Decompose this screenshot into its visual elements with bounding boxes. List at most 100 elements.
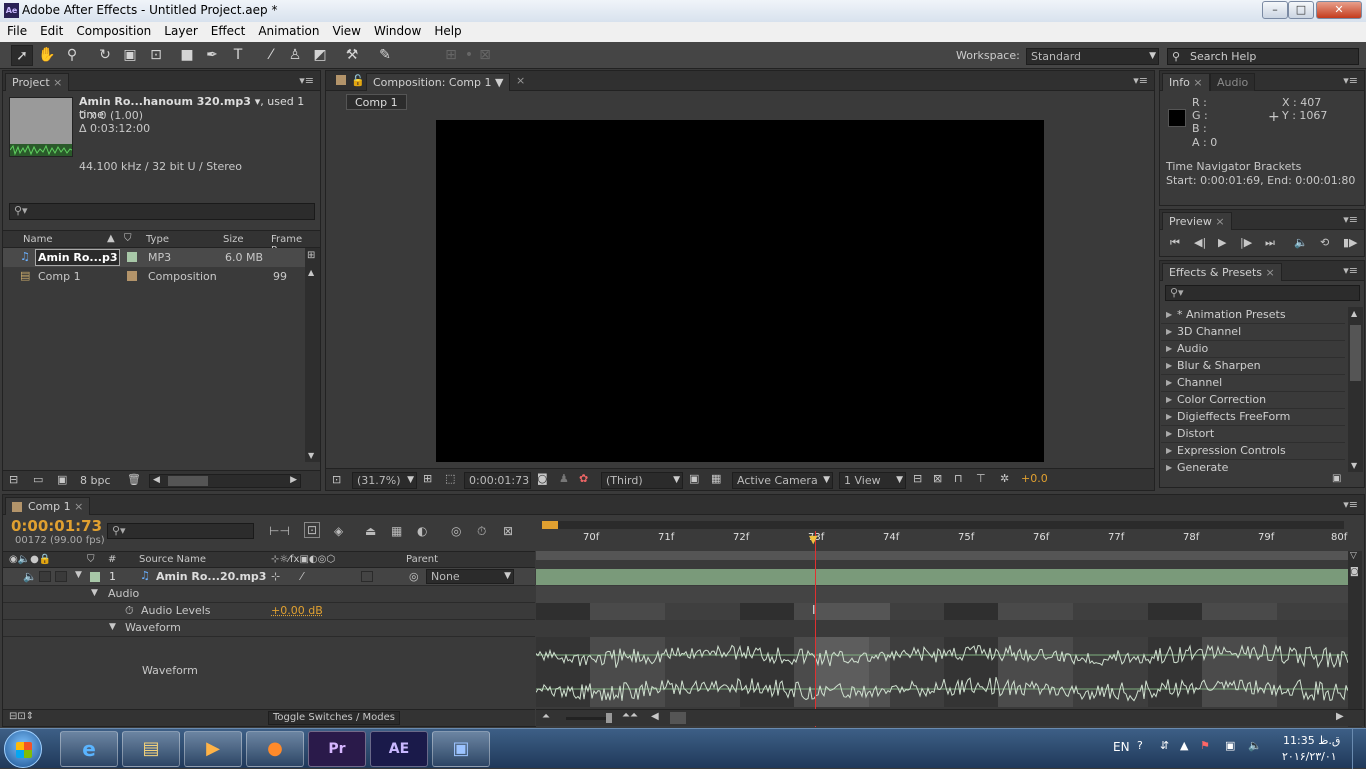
after-effects-button[interactable]: AE bbox=[370, 731, 428, 767]
layer-duration-bar[interactable] bbox=[536, 569, 1348, 585]
motion-blur-icon[interactable]: ◐ bbox=[417, 524, 427, 538]
label-color[interactable] bbox=[127, 271, 137, 281]
playhead-line[interactable] bbox=[815, 531, 816, 727]
brainstorm-icon[interactable]: ◎ bbox=[451, 524, 461, 538]
close-icon[interactable]: × bbox=[1215, 215, 1224, 228]
col-size[interactable]: Size bbox=[223, 234, 244, 245]
show-snapshot-icon[interactable]: ♟ bbox=[559, 472, 569, 485]
scroll-up-icon[interactable]: ▽ bbox=[1350, 551, 1357, 561]
quality-switch-icon[interactable]: ⁄ bbox=[301, 570, 303, 583]
panel-menu-icon[interactable]: ▾≡ bbox=[1133, 74, 1148, 87]
audio-group-row[interactable]: ▼ Audio bbox=[3, 586, 535, 603]
audio-icon[interactable]: 🔈 bbox=[1294, 236, 1308, 249]
workspace-dropdown[interactable]: Standard ▼ bbox=[1026, 48, 1159, 65]
flowchart-icon[interactable]: ⊞ bbox=[307, 250, 315, 261]
exposure-icon[interactable]: ✲ bbox=[1000, 472, 1009, 485]
title-safe-icon[interactable]: ⊞ bbox=[423, 472, 432, 485]
av-features-icon[interactable]: ◉🔈●🔒 bbox=[9, 554, 51, 565]
zoom-tool-icon[interactable]: ⚲ bbox=[61, 45, 83, 66]
keyboard-icon[interactable]: ⇵ bbox=[1160, 739, 1169, 752]
search-help-input[interactable]: ⚲ Search Help bbox=[1167, 48, 1359, 65]
scroll-left-icon[interactable]: ◀ bbox=[153, 475, 160, 485]
puppet-pin-tool-icon[interactable]: ✎ bbox=[374, 45, 396, 66]
scroll-down-icon[interactable]: ▼ bbox=[1351, 461, 1357, 470]
scroll-right-icon[interactable]: ▶ bbox=[290, 475, 297, 485]
draft-3d-icon[interactable]: ◈ bbox=[334, 524, 343, 538]
camera-dropdown[interactable]: Active Camera ▼ bbox=[732, 472, 833, 489]
layer-label-color[interactable] bbox=[90, 572, 100, 582]
resolution-dropdown[interactable]: (Third) ▼ bbox=[601, 472, 683, 489]
list-item[interactable]: ▶ Blur & Sharpen bbox=[1161, 358, 1345, 375]
tab-comp-1[interactable]: Comp 1 × bbox=[5, 497, 91, 515]
trash-icon[interactable]: 🗑 bbox=[127, 473, 141, 486]
mask-visibility-icon[interactable]: ⬚ bbox=[445, 472, 455, 485]
pan-behind-tool-icon[interactable]: ⊡ bbox=[145, 45, 167, 66]
chevron-down-icon[interactable]: ▼ bbox=[495, 76, 503, 89]
clock-date[interactable]: ٢٠١۶/٢٣/٠١ bbox=[1282, 750, 1337, 763]
list-item[interactable]: ▶ 3D Channel bbox=[1161, 324, 1345, 341]
last-frame-icon[interactable]: ⏭ bbox=[1265, 236, 1275, 250]
project-hscrollbar[interactable]: ◀ ▶ bbox=[149, 474, 301, 488]
hide-shy-icon[interactable]: ⏏ bbox=[365, 524, 376, 538]
solo-checkbox[interactable] bbox=[39, 571, 51, 582]
audio-toggle-icon[interactable]: 🔈 bbox=[23, 570, 37, 583]
start-button[interactable] bbox=[4, 730, 42, 768]
panel-menu-icon[interactable]: ▾≡ bbox=[1343, 264, 1358, 277]
col-name[interactable]: Name bbox=[23, 234, 53, 245]
menu-effect[interactable]: Effect bbox=[204, 22, 252, 38]
firefox-icon[interactable]: ● bbox=[246, 731, 304, 767]
list-item[interactable]: ▶ Channel bbox=[1161, 375, 1345, 392]
scroll-thumb[interactable] bbox=[1350, 325, 1361, 381]
toggle-pixel-aspect-icon[interactable]: ⊟ bbox=[913, 472, 922, 485]
expand-icon[interactable]: ▶ bbox=[1166, 307, 1172, 323]
toggle-switches-modes-button[interactable]: Toggle Switches / Modes bbox=[268, 711, 400, 725]
list-item[interactable]: ▶ * Animation Presets bbox=[1161, 307, 1345, 324]
timeline-vscrollbar[interactable]: ▽ ◙ bbox=[1348, 551, 1362, 727]
menu-file[interactable]: File bbox=[0, 22, 33, 38]
rectangle-tool-icon[interactable]: ■ bbox=[176, 45, 198, 66]
table-row[interactable]: ♫ Amin Ro...p3 MP3 6.0 MB bbox=[3, 248, 305, 267]
pen-tool-icon[interactable]: ✒ bbox=[201, 45, 223, 66]
project-search-input[interactable]: ⚲▾ bbox=[9, 203, 315, 220]
timeline-graph[interactable]: 70f 71f 72f 73f 74f 75f 76f 77f 78f 79f … bbox=[536, 517, 1364, 727]
close-icon[interactable]: × bbox=[1193, 76, 1202, 89]
first-frame-icon[interactable]: ⏮ bbox=[1170, 236, 1180, 250]
expand-icon[interactable]: ▶ bbox=[1166, 375, 1172, 391]
zoom-slider-thumb[interactable] bbox=[606, 713, 612, 723]
premiere-button[interactable]: Pr bbox=[308, 731, 366, 767]
scroll-down-icon[interactable]: ▼ bbox=[308, 451, 314, 460]
snapshot-icon[interactable]: ◙ bbox=[537, 472, 548, 485]
camera-tool-icon[interactable]: ▣ bbox=[119, 45, 141, 66]
menu-animation[interactable]: Animation bbox=[251, 22, 325, 38]
show-desktop-button[interactable] bbox=[1352, 729, 1366, 769]
close-button[interactable]: ✕ bbox=[1316, 1, 1362, 19]
col-source-name[interactable]: Source Name bbox=[139, 554, 206, 565]
panel-menu-icon[interactable]: ▾≡ bbox=[1343, 213, 1358, 226]
pick-whip-icon[interactable]: ◎ bbox=[409, 570, 419, 583]
roto-brush-tool-icon[interactable]: ⚒ bbox=[341, 45, 363, 66]
adjustment-checkbox[interactable] bbox=[361, 571, 373, 582]
expand-icon[interactable]: ▶ bbox=[1166, 392, 1172, 408]
region-of-interest-icon[interactable]: ▣ bbox=[689, 472, 699, 485]
language-indicator[interactable]: EN bbox=[1113, 740, 1130, 754]
switches-icon[interactable]: ⊹☼⁄fx▣◐◎⬡ bbox=[271, 554, 335, 565]
label-color[interactable] bbox=[127, 252, 137, 262]
explorer-icon[interactable]: ▤ bbox=[122, 731, 180, 767]
expand-icon[interactable]: ▶ bbox=[1166, 324, 1172, 340]
menu-help[interactable]: Help bbox=[427, 22, 467, 38]
previous-frame-icon[interactable]: ◀| bbox=[1194, 236, 1206, 249]
clock-time[interactable]: 11:35 ق.ظ bbox=[1283, 734, 1340, 747]
expand-icon[interactable]: ▶ bbox=[1166, 409, 1172, 425]
playhead-marker-icon[interactable]: ▼ bbox=[809, 533, 817, 546]
zoom-slider[interactable] bbox=[566, 713, 612, 723]
collapse-icon[interactable]: ▼ bbox=[91, 588, 98, 598]
fast-previews-icon[interactable]: ⊠ bbox=[933, 472, 942, 485]
close-icon[interactable]: × bbox=[516, 74, 525, 87]
new-folder-icon[interactable]: ▭ bbox=[33, 473, 43, 486]
volume-icon[interactable]: 🔈 bbox=[1248, 739, 1262, 752]
time-navigator[interactable] bbox=[542, 521, 1344, 529]
effects-scrollbar[interactable]: ▲ ▼ bbox=[1348, 307, 1363, 472]
list-item[interactable]: ▶ Digieffects FreeForm bbox=[1161, 409, 1345, 426]
close-icon[interactable]: × bbox=[53, 76, 62, 89]
menu-view[interactable]: View bbox=[326, 22, 367, 38]
